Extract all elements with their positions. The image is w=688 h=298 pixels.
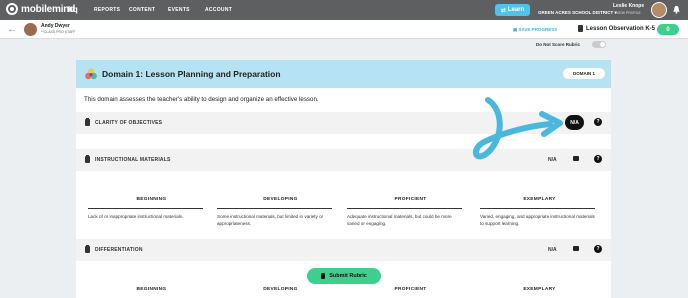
submit-rubric-button[interactable]: Submit Rubric <box>307 268 381 284</box>
teacher-avatar <box>24 23 37 36</box>
logo-text: mobilemind <box>21 3 76 15</box>
submit-rubric-label: Submit Rubric <box>329 273 367 279</box>
save-progress-button[interactable]: ▣ SAVE PROGRESS <box>513 27 557 33</box>
back-arrow-icon[interactable]: ← <box>7 24 17 35</box>
divider <box>347 208 462 209</box>
na-score[interactable]: N/A <box>548 247 557 253</box>
clipboard-icon <box>85 245 90 253</box>
nav-account[interactable]: ACCOUNT <box>205 7 232 13</box>
domain-title: Domain 1: Lesson Planning and Preparatio… <box>102 69 281 79</box>
section-title: CLARITY OF OBJECTIVES <box>95 120 163 126</box>
help-icon[interactable]: ? <box>594 118 602 126</box>
hq-label: hq <box>68 5 78 14</box>
logo[interactable]: mobilemind <box>6 3 75 15</box>
comment-icon[interactable] <box>573 156 579 161</box>
section-differentiation: DIFFERENTIATION N/A ? <box>76 239 611 261</box>
annotation-arrow <box>473 97 563 160</box>
observation-header: ← Andy Dwyer **CLASS PRO STAFF ▣ SAVE PR… <box>0 20 688 39</box>
clipboard-icon <box>321 273 326 279</box>
no-score-toggle[interactable] <box>592 41 606 48</box>
level-proficient: PROFICIENT <box>394 197 427 202</box>
divider <box>480 208 595 209</box>
domain-description: This domain assesses the teacher's abili… <box>84 96 319 103</box>
section-title: DIFFERENTIATION <box>95 247 143 253</box>
level-developing: DEVELOPING <box>263 287 298 292</box>
level-description[interactable]: Lack of or inappropriate instructional m… <box>88 214 206 221</box>
top-nav: mobilemind hq REPORTS CONTENT EVENTS ACC… <box>0 0 688 20</box>
no-score-label: Do Not Score Rubric <box>536 42 581 47</box>
user-name: Leslie Knope <box>613 3 645 9</box>
clipboard-icon <box>85 155 90 163</box>
level-description[interactable]: Varied, engaging, and appropriate instru… <box>480 214 598 227</box>
level-description[interactable]: Adequate instructional materials, but co… <box>347 214 465 227</box>
bell-icon[interactable] <box>672 5 681 14</box>
level-proficient: PROFICIENT <box>394 287 427 292</box>
domain-icon <box>85 68 97 80</box>
level-beginning: BEGINNING <box>136 287 167 292</box>
shuffle-icon: ⇄ <box>500 7 506 14</box>
section-title: INSTRUCTIONAL MATERIALS <box>95 157 171 163</box>
level-exemplary: EXEMPLARY <box>523 287 556 292</box>
level-beginning: BEGINNING <box>136 197 167 202</box>
divider <box>217 208 332 209</box>
district-selector[interactable]: GREEN ACRES SCHOOL DISTRICT ▾ <box>538 10 617 16</box>
level-developing: DEVELOPING <box>263 197 298 202</box>
comment-icon[interactable] <box>573 246 579 251</box>
help-icon[interactable]: ? <box>594 245 602 253</box>
nav-content[interactable]: CONTENT <box>129 7 155 13</box>
observation-title: Lesson Observation K-5 <box>586 26 656 32</box>
domain-badge: DOMAIN 1 <box>563 68 605 79</box>
divider <box>88 208 203 209</box>
district-label: GREEN ACRES SCHOOL DISTRICT <box>538 10 614 15</box>
help-icon[interactable]: ? <box>594 155 602 163</box>
save-progress-label: SAVE PROGRESS <box>518 27 558 32</box>
domain-header: Domain 1: Lesson Planning and Preparatio… <box>76 60 611 88</box>
view-profile-link[interactable]: VIEW PROFILE <box>616 11 641 15</box>
user-avatar[interactable] <box>651 2 667 18</box>
learn-label: Learn <box>507 7 525 13</box>
learn-button[interactable]: ⇄ Learn <box>495 4 530 16</box>
level-exemplary: EXEMPLARY <box>523 197 556 202</box>
level-description[interactable]: Some instructional materials, but limite… <box>217 214 335 227</box>
nav-events[interactable]: EVENTS <box>168 7 190 13</box>
nav-reports[interactable]: REPORTS <box>94 7 120 13</box>
teacher-name: Andy Dwyer <box>41 23 70 29</box>
na-score-button[interactable]: N/A <box>565 115 584 130</box>
document-icon <box>578 25 583 32</box>
score-badge: 0 <box>657 24 679 35</box>
teacher-role: **CLASS PRO STAFF <box>41 30 76 34</box>
logo-icon <box>6 3 18 15</box>
clipboard-icon <box>85 118 90 126</box>
